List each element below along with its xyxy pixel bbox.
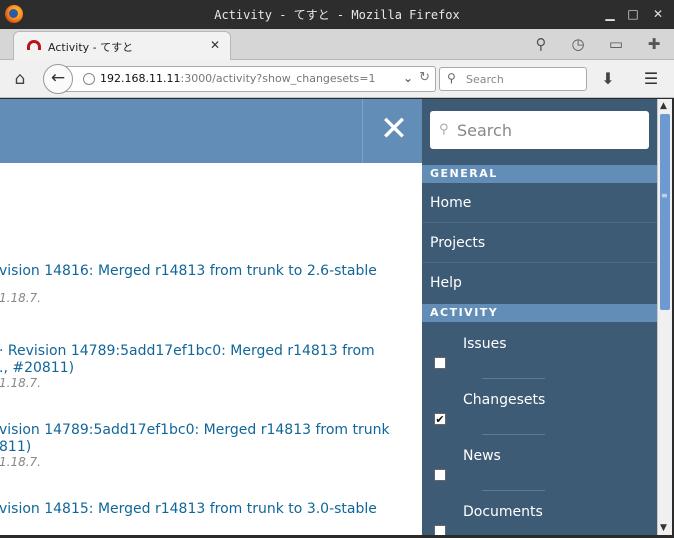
documents-checkbox[interactable] — [434, 525, 446, 535]
scrollbar-thumb[interactable] — [660, 114, 670, 310]
history-icon[interactable]: ◷ — [568, 34, 588, 54]
tab-title: Activity - てすと — [48, 41, 134, 54]
filter-label[interactable]: Issues — [463, 336, 507, 352]
sidebar-search-placeholder: Search — [457, 121, 512, 140]
activity-entry-meta: 1.18.7. — [0, 455, 41, 469]
redmine-favicon-icon — [27, 40, 41, 50]
filter-label[interactable]: Changesets — [463, 392, 545, 408]
activity-entry: vision 14816: Merged r14813 from trunk t… — [0, 263, 419, 305]
sidebar-toggle-icon[interactable]: ▭ — [606, 34, 626, 54]
url-dropdown-icon[interactable]: ⌄ — [403, 71, 413, 85]
hamburger-menu-icon[interactable]: ☰ — [640, 69, 662, 89]
url-host: 192.168.11.11 — [100, 72, 181, 85]
window-titlebar: Activity - てすと - Mozilla Firefox ▁ □ ✕ — [0, 0, 674, 29]
section-heading-general: GENERAL — [422, 165, 657, 183]
home-button[interactable]: ⌂ — [10, 69, 30, 89]
news-checkbox[interactable] — [434, 469, 446, 481]
search-icon: ⚲ — [447, 71, 456, 85]
activity-entry: vision 14789:5add17ef1bc0: Merged r14813… — [0, 422, 419, 469]
sidebar-item-home[interactable]: Home — [422, 183, 657, 223]
activity-entry-link-cont[interactable]: ., #20811) — [0, 360, 419, 377]
activity-entry-meta: 1.18.7. — [0, 376, 41, 390]
url-bar[interactable]: 192.168.11.11:3000/activity?show_changes… — [44, 66, 436, 92]
activity-entry-link[interactable]: vision 14816: Merged r14813 from trunk t… — [0, 263, 419, 280]
section-heading-activity: ACTIVITY — [422, 304, 657, 322]
activity-entry: vision 14815: Merged r14813 from trunk t… — [0, 501, 419, 518]
window-close-button[interactable]: ✕ — [648, 4, 668, 24]
scroll-up-arrow-icon[interactable]: ▲ — [660, 101, 667, 111]
tab-close-button[interactable]: ✕ — [210, 38, 220, 52]
header-separator — [362, 99, 363, 163]
filter-label[interactable]: News — [463, 448, 501, 464]
activity-entry-link[interactable]: · Revision 14789:5add17ef1bc0: Merged r1… — [0, 343, 419, 360]
filter-issues[interactable]: Issues — [422, 322, 657, 379]
globe-icon — [83, 73, 95, 85]
sidebar-item-projects[interactable]: Projects — [422, 223, 657, 263]
changesets-checkbox[interactable]: ✔ — [434, 413, 446, 425]
url-text[interactable]: 192.168.11.11:3000/activity?show_changes… — [100, 72, 375, 85]
addons-icon[interactable]: ✚ — [644, 34, 664, 54]
page-header: ✕ — [0, 99, 422, 163]
sidebar-search-input[interactable]: ⚲ Search — [430, 111, 649, 149]
download-icon[interactable]: ⬇ — [598, 69, 618, 89]
filter-label[interactable]: Documents — [463, 504, 543, 520]
filter-changesets[interactable]: ✔ Changesets — [422, 378, 657, 435]
sidebar-menu: ⚲ Search GENERAL Home Projects Help ACTI… — [422, 99, 657, 535]
sidebar-item-help[interactable]: Help — [422, 263, 657, 303]
back-button[interactable]: ← — [43, 64, 73, 94]
activity-entry-meta: 1.18.7. — [0, 291, 41, 305]
zoom-icon[interactable]: ⚲ — [531, 34, 551, 54]
navigation-bar: ⌂ 192.168.11.11:3000/activity?show_chang… — [0, 60, 674, 98]
activity-entry-link[interactable]: vision 14789:5add17ef1bc0: Merged r14813… — [0, 422, 419, 439]
filter-documents[interactable]: Documents — [422, 490, 657, 535]
scroll-down-arrow-icon[interactable]: ▼ — [660, 523, 667, 533]
tab-strip: Activity - てすと ✕ ⚲ ◷ ▭ ✚ — [0, 29, 674, 60]
reload-icon[interactable]: ↻ — [419, 70, 430, 85]
activity-entry-link[interactable]: vision 14815: Merged r14813 from trunk t… — [0, 501, 419, 518]
tab-activity[interactable]: Activity - てすと ✕ — [13, 31, 231, 60]
browser-search-input[interactable]: ⚲ Search — [439, 67, 587, 91]
page-content: ✕ vision 14816: Merged r14813 from trunk… — [0, 99, 657, 535]
filter-news[interactable]: News — [422, 434, 657, 491]
issues-checkbox[interactable] — [434, 357, 446, 369]
maximize-button[interactable]: □ — [623, 4, 643, 24]
activity-entry-link-cont[interactable]: 811) — [0, 439, 419, 456]
window-title: Activity - てすと - Mozilla Firefox — [214, 8, 460, 22]
browser-search-placeholder: Search — [466, 73, 504, 86]
page-scrollbar[interactable]: ▲ ≡ ▼ — [657, 99, 672, 535]
search-icon: ⚲ — [439, 122, 449, 137]
activity-entry: · Revision 14789:5add17ef1bc0: Merged r1… — [0, 343, 419, 390]
url-path: :3000/activity?show_changesets=1 — [180, 72, 376, 85]
scrollbar-grip-icon: ≡ — [661, 191, 668, 200]
minimize-button[interactable]: ▁ — [600, 4, 620, 24]
close-menu-icon[interactable]: ✕ — [374, 109, 414, 149]
